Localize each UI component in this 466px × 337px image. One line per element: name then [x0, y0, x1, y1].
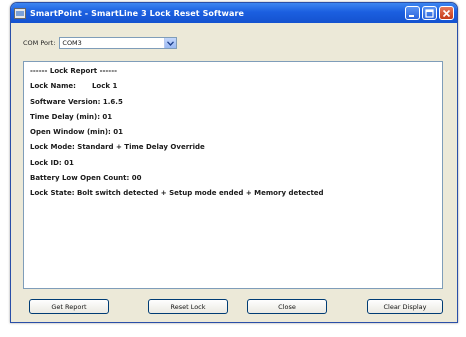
- com-port-select[interactable]: COM3: [59, 37, 178, 49]
- window-title: SmartPoint - SmartLine 3 Lock Reset Soft…: [30, 8, 245, 18]
- chevron-down-icon: [167, 40, 175, 46]
- minimize-button[interactable]: [405, 6, 420, 20]
- software-version-line: Software Version: 1.6.5: [30, 97, 123, 106]
- clear-display-button[interactable]: Clear Display: [367, 299, 443, 314]
- time-delay-line: Time Delay (min): 01: [30, 112, 113, 121]
- app-window: SmartPoint - SmartLine 3 Lock Reset Soft…: [10, 2, 458, 323]
- lock-id-line: Lock ID: 01: [30, 158, 74, 167]
- close-button[interactable]: [439, 6, 454, 20]
- title-bar[interactable]: SmartPoint - SmartLine 3 Lock Reset Soft…: [11, 3, 457, 23]
- app-icon: [14, 7, 26, 19]
- maximize-button[interactable]: [422, 6, 437, 20]
- report-header: ------ Lock Report ------: [30, 67, 118, 75]
- dropdown-arrow-button[interactable]: [164, 38, 177, 48]
- get-report-button[interactable]: Get Report: [29, 299, 109, 314]
- lock-mode-line: Lock Mode: Standard + Time Delay Overrid…: [30, 143, 205, 152]
- minimize-icon: [409, 14, 414, 17]
- open-window-line: Open Window (min): 01: [30, 128, 124, 137]
- lock-name-value: Lock 1: [91, 82, 118, 91]
- close-app-button[interactable]: Close: [247, 299, 327, 314]
- lock-name-label: Lock Name:: [30, 82, 76, 91]
- close-icon: [442, 9, 451, 17]
- com-port-label: COM Port:: [23, 39, 56, 47]
- lock-name-line: Lock Name: Lock 1: [30, 82, 436, 91]
- battery-low-line: Battery Low Open Count: 00: [30, 174, 142, 183]
- maximize-icon: [425, 8, 434, 18]
- lock-state-line: Lock State: Bolt switch detected + Setup…: [30, 189, 324, 198]
- com-port-value: COM3: [62, 39, 82, 47]
- reset-lock-button[interactable]: Reset Lock: [148, 299, 228, 314]
- report-display[interactable]: ------ Lock Report ------ Lock Name: Lock…: [23, 61, 443, 289]
- com-port-row: COM Port: COM3: [23, 37, 178, 49]
